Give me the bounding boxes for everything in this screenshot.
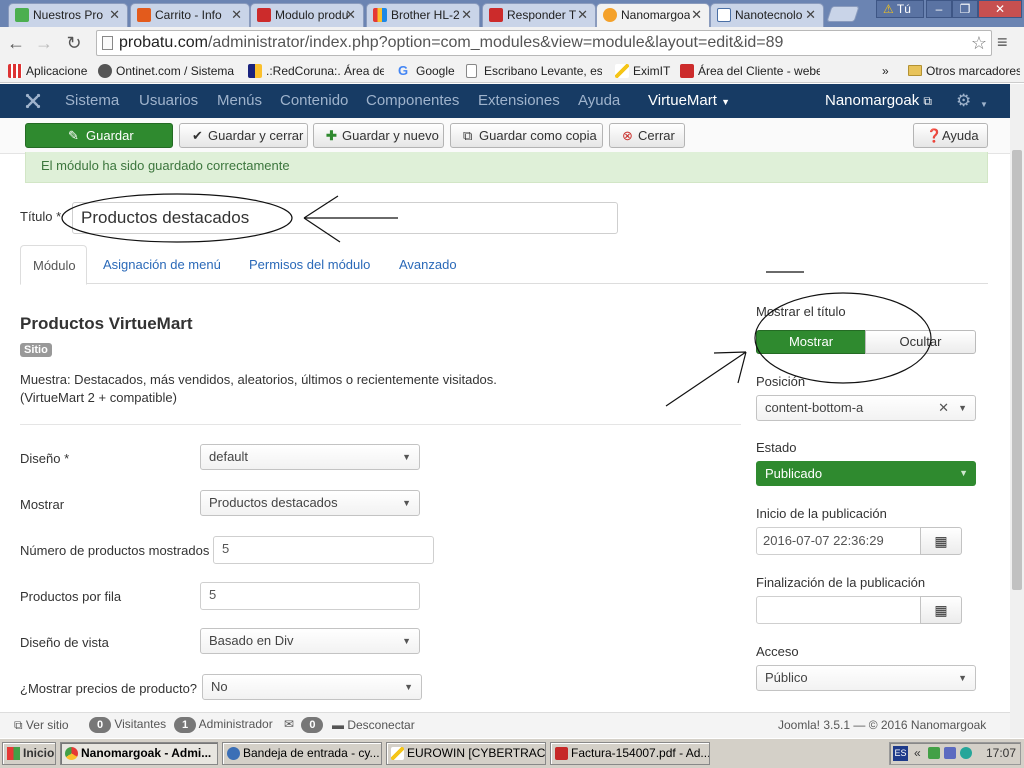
minus-icon: ▬ — [332, 718, 344, 732]
windows-taskbar: Inicio Nanomargoak - Admi... Bandeja de … — [0, 738, 1024, 768]
taskbar-item-mail[interactable]: Bandeja de entrada - cy... — [222, 742, 382, 765]
taskbar-item-chrome[interactable]: Nanomargoak - Admi... — [60, 742, 218, 765]
page-scrollbar[interactable] — [1010, 84, 1024, 738]
visitors-indicator: 0 Visitantes — [89, 717, 166, 733]
pdf-icon — [555, 747, 568, 760]
admin-indicator: 1 Administrador — [174, 717, 273, 733]
chrome-icon — [65, 747, 78, 760]
logout-link[interactable]: ▬ Desconectar — [332, 718, 415, 732]
system-tray: ES « 17:07 — [889, 742, 1021, 765]
network-icon[interactable] — [944, 747, 956, 759]
language-indicator[interactable]: ES — [893, 746, 908, 761]
windows-logo-icon — [7, 747, 20, 760]
annotation-arrow — [665, 351, 747, 407]
tray-expand-icon[interactable]: « — [914, 743, 921, 764]
annotation-ellipse — [754, 292, 932, 384]
tray-app-icon[interactable] — [960, 747, 972, 759]
taskbar-item-pdf[interactable]: Factura-154007.pdf - Ad... — [550, 742, 710, 765]
mail-client-icon — [227, 747, 240, 760]
external-link-icon: ⧉ — [14, 718, 23, 732]
messages-indicator[interactable]: ✉ 0 — [284, 717, 324, 733]
view-site-link[interactable]: ⧉ Ver sitio — [14, 718, 69, 733]
tray-app-icon[interactable] — [928, 747, 940, 759]
joomla-status-bar: ⧉ Ver sitio 0 Visitantes 1 Administrador… — [0, 712, 1010, 738]
clock[interactable]: 17:07 — [986, 743, 1016, 764]
start-button[interactable]: Inicio — [2, 742, 56, 765]
mail-icon: ✉ — [284, 717, 295, 731]
annotation-ellipse — [61, 193, 293, 243]
taskbar-item-eurowin[interactable]: EUROWIN [CYBERTRAC... — [386, 742, 546, 765]
joomla-version: Joomla! 3.5.1 — © 2016 Nanomargoak — [778, 718, 987, 732]
annotation-overlay — [61, 193, 932, 407]
annotation-arrow — [303, 195, 398, 243]
eurowin-icon — [391, 747, 404, 760]
scrollbar-thumb[interactable] — [1012, 150, 1022, 590]
